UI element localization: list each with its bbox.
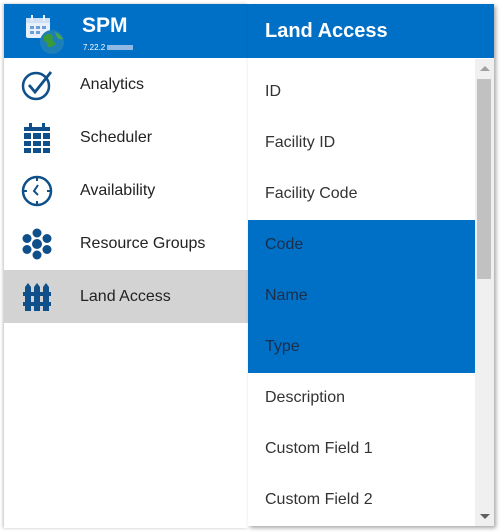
sidebar-nav: Analytics Scheduler Availability Resourc… [4, 58, 248, 323]
panel-title: Land Access [265, 20, 388, 42]
field-label: Custom Field 2 [265, 491, 373, 508]
sidebar-item-availability[interactable]: Availability [4, 164, 248, 217]
field-label: ID [265, 83, 281, 100]
calendar-icon [24, 123, 50, 153]
field-label: Type [265, 338, 300, 355]
field-list: ID Facility ID Facility Code Code Name T… [248, 67, 475, 526]
field-item-code[interactable]: Code [248, 220, 475, 271]
field-panel: Land Access ID Facility ID Facility Code… [248, 4, 494, 526]
fence-icon [23, 283, 51, 311]
field-label: Custom Field 1 [265, 440, 373, 457]
sidebar-item-analytics[interactable]: Analytics [4, 58, 248, 111]
scroll-down-button[interactable] [475, 508, 494, 526]
app-header: SPM 7.22.2 [4, 4, 248, 58]
sidebar: SPM 7.22.2 Analytics Scheduler Availabil… [4, 4, 248, 528]
hexagon-cluster-icon [22, 228, 52, 260]
field-item-custom-field-2[interactable]: Custom Field 2 [248, 475, 475, 526]
scrollbar-thumb[interactable] [477, 79, 491, 279]
field-label: Facility ID [265, 134, 336, 151]
app-version: 7.22.2 [83, 43, 134, 52]
field-item-facility-id[interactable]: Facility ID [248, 118, 475, 169]
panel-header: Land Access [248, 4, 494, 58]
field-item-description[interactable]: Description [248, 373, 475, 424]
field-item-custom-field-1[interactable]: Custom Field 1 [248, 424, 475, 475]
arrow-up-icon [480, 66, 490, 71]
field-item-type[interactable]: Type [248, 322, 475, 373]
app-title: SPM [82, 14, 128, 37]
sidebar-item-land-access[interactable]: Land Access [4, 270, 248, 323]
arrow-down-icon [480, 514, 490, 519]
sidebar-item-label: Scheduler [80, 129, 153, 146]
field-label: Code [265, 236, 304, 253]
field-item-id[interactable]: ID [248, 67, 475, 118]
sidebar-item-label: Availability [80, 182, 156, 199]
app-logo-icon [26, 15, 64, 54]
app-window: SPM 7.22.2 Analytics Scheduler Availabil… [0, 0, 500, 530]
field-item-facility-code[interactable]: Facility Code [248, 169, 475, 220]
field-label: Description [265, 389, 346, 406]
scroll-up-button[interactable] [475, 59, 494, 77]
sidebar-item-label: Resource Groups [80, 235, 206, 252]
clock-icon [21, 175, 53, 207]
sidebar-item-label: Land Access [80, 288, 171, 305]
field-item-name[interactable]: Name [248, 271, 475, 322]
check-circle-icon [21, 71, 53, 101]
field-label: Name [265, 287, 308, 304]
sidebar-item-scheduler[interactable]: Scheduler [4, 111, 248, 164]
field-label: Facility Code [265, 185, 358, 202]
sidebar-item-label: Analytics [80, 76, 145, 93]
vertical-scrollbar[interactable] [475, 59, 494, 526]
sidebar-item-resource-groups[interactable]: Resource Groups [4, 217, 248, 270]
redacted-build [107, 45, 134, 51]
